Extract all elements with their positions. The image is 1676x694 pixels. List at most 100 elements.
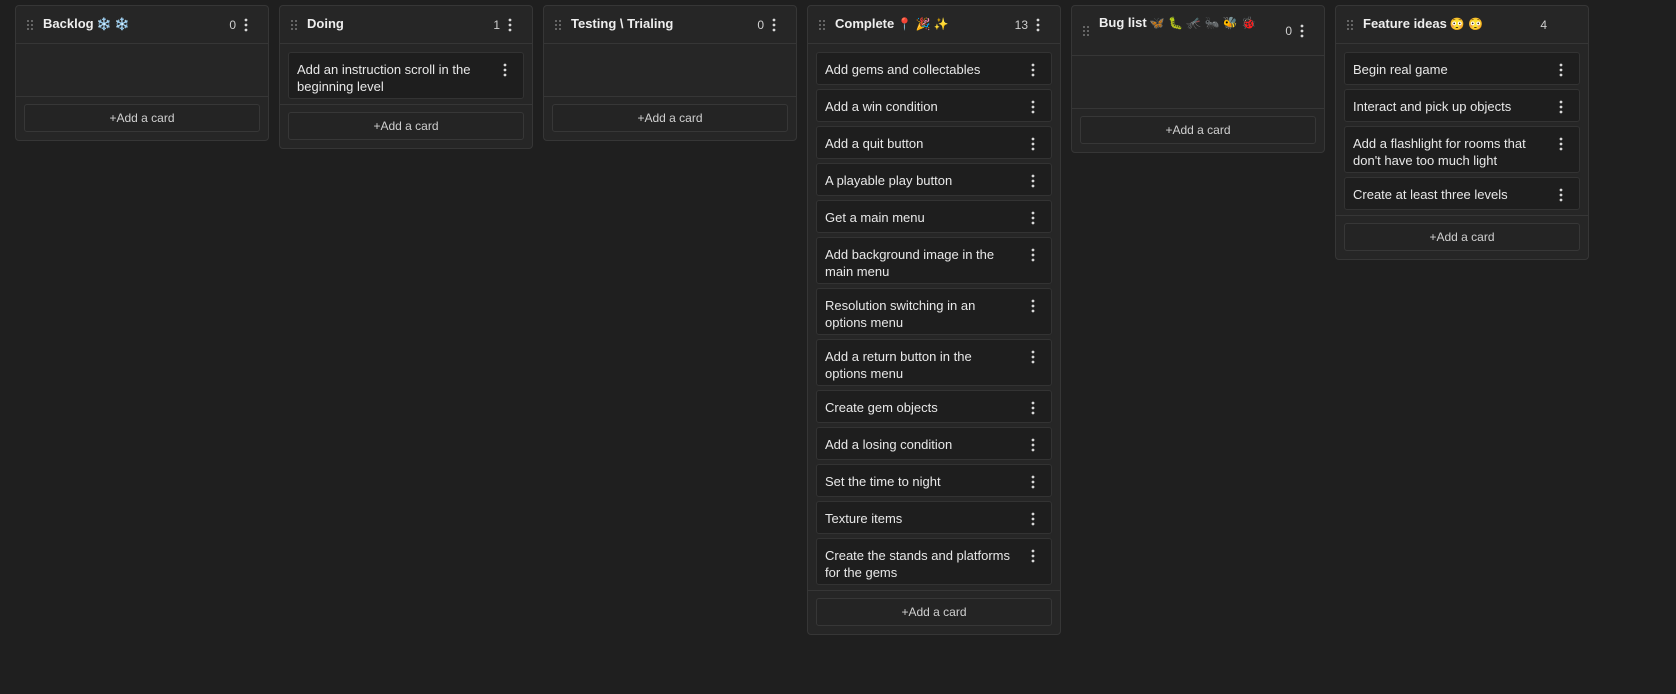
add-card-button[interactable]: +Add a card xyxy=(1080,116,1316,144)
card[interactable]: Resolution switching in an options menu xyxy=(816,288,1052,335)
more-vertical-icon[interactable] xyxy=(240,17,252,33)
more-vertical-icon[interactable] xyxy=(1027,247,1039,263)
more-vertical-icon[interactable] xyxy=(1027,62,1039,78)
kanban-board: Backlog ❄️ ❄️ 0 +Add a card Doing 1 Add a… xyxy=(0,0,1676,694)
card[interactable]: Texture items xyxy=(816,501,1052,534)
card[interactable]: Add a quit button xyxy=(816,126,1052,159)
card[interactable]: Add a win condition xyxy=(816,89,1052,122)
add-card-button[interactable]: +Add a card xyxy=(24,104,260,132)
column-complete: Complete 📍 🎉 ✨ 13 Add gems and collectabl… xyxy=(807,5,1061,635)
more-vertical-icon[interactable] xyxy=(504,17,516,33)
card-count: 0 xyxy=(757,18,764,32)
card-list: Add gems and collectables Add a win cond… xyxy=(808,44,1060,591)
card-text: Create gem objects xyxy=(825,400,938,415)
card[interactable]: Set the time to night xyxy=(816,464,1052,497)
more-vertical-icon[interactable] xyxy=(1027,437,1039,453)
column-header: Backlog ❄️ ❄️ 0 xyxy=(16,6,268,44)
card[interactable]: Interact and pick up objects xyxy=(1344,89,1580,122)
column-emoji: 😳 😳 xyxy=(1449,17,1484,31)
card-text: Add an instruction scroll in the beginni… xyxy=(297,62,471,94)
column-feature-ideas: Feature ideas 😳 😳 4 Begin real game Inter… xyxy=(1335,5,1589,260)
column-bug-list: Bug list 🦋 🐛 🦟 🐜 🐝 🐞 0 +Add a card xyxy=(1071,5,1325,153)
more-vertical-icon[interactable] xyxy=(1027,548,1039,564)
more-vertical-icon[interactable] xyxy=(499,62,511,78)
empty-card-area xyxy=(16,44,268,97)
empty-card-area xyxy=(544,44,796,97)
more-vertical-icon[interactable] xyxy=(1027,400,1039,416)
card[interactable]: Add gems and collectables xyxy=(816,52,1052,85)
card-text: Texture items xyxy=(825,511,903,526)
more-vertical-icon[interactable] xyxy=(1555,62,1567,78)
card[interactable]: Add a losing condition xyxy=(816,427,1052,460)
card[interactable]: Add a return button in the options menu xyxy=(816,339,1052,386)
more-vertical-icon[interactable] xyxy=(1027,298,1039,314)
column-emoji: 📍 🎉 ✨ xyxy=(897,17,949,31)
card[interactable]: Create gem objects xyxy=(816,390,1052,423)
card-text: Add a quit button xyxy=(825,136,924,151)
column-title-text: Doing xyxy=(307,16,344,31)
more-vertical-icon[interactable] xyxy=(1027,474,1039,490)
card-count: 4 xyxy=(1540,18,1547,32)
column-header: Bug list 🦋 🐛 🦟 🐜 🐝 🐞 0 xyxy=(1072,6,1324,56)
column-header: Complete 📍 🎉 ✨ 13 xyxy=(808,6,1060,44)
more-vertical-icon[interactable] xyxy=(1296,23,1308,39)
more-vertical-icon[interactable] xyxy=(1555,187,1567,203)
card-text: A playable play button xyxy=(825,173,953,188)
more-vertical-icon[interactable] xyxy=(1027,136,1039,152)
card[interactable]: A playable play button xyxy=(816,163,1052,196)
card-count: 1 xyxy=(493,18,500,32)
card[interactable]: Get a main menu xyxy=(816,200,1052,233)
more-vertical-icon[interactable] xyxy=(1555,99,1567,115)
column-title-text: Testing \ Trialing xyxy=(571,16,674,31)
card[interactable]: Begin real game xyxy=(1344,52,1580,85)
column-testing: Testing \ Trialing 0 +Add a card xyxy=(543,5,797,141)
column-title: Doing xyxy=(307,16,344,31)
card-list: Add an instruction scroll in the beginni… xyxy=(280,44,532,105)
column-title-text: Bug list xyxy=(1099,15,1147,30)
more-vertical-icon[interactable] xyxy=(1027,99,1039,115)
card-text: Resolution switching in an options menu xyxy=(825,298,976,330)
drag-handle-icon[interactable] xyxy=(26,19,36,31)
card-text: Add a return button in the options menu xyxy=(825,349,972,381)
column-emoji: 🦋 🐛 🦟 🐜 🐝 🐞 xyxy=(1149,16,1256,30)
more-vertical-icon[interactable] xyxy=(1027,173,1039,189)
add-card-button[interactable]: +Add a card xyxy=(1344,223,1580,251)
more-vertical-icon[interactable] xyxy=(768,17,780,33)
column-doing: Doing 1 Add an instruction scroll in the… xyxy=(279,5,533,149)
column-title: Bug list 🦋 🐛 🦟 🐜 🐝 🐞 xyxy=(1099,14,1259,32)
add-card-button[interactable]: +Add a card xyxy=(288,112,524,140)
card-text: Create the stands and platforms for the … xyxy=(825,548,1010,580)
column-title: Testing \ Trialing xyxy=(571,16,673,31)
card-count: 0 xyxy=(229,18,236,32)
card[interactable]: Add an instruction scroll in the beginni… xyxy=(288,52,524,99)
card-text: Set the time to night xyxy=(825,474,941,489)
more-vertical-icon[interactable] xyxy=(1027,511,1039,527)
more-vertical-icon[interactable] xyxy=(1032,17,1044,33)
more-vertical-icon[interactable] xyxy=(1027,349,1039,365)
column-title-text: Complete xyxy=(835,16,895,31)
column-header: Doing 1 xyxy=(280,6,532,44)
more-vertical-icon[interactable] xyxy=(1555,136,1567,152)
column-title: Backlog ❄️ ❄️ xyxy=(43,16,130,31)
card[interactable]: Add a flashlight for rooms that don't ha… xyxy=(1344,126,1580,173)
card[interactable]: Create the stands and platforms for the … xyxy=(816,538,1052,585)
add-card-button[interactable]: +Add a card xyxy=(552,104,788,132)
empty-card-area xyxy=(1072,56,1324,109)
drag-handle-icon[interactable] xyxy=(818,19,828,31)
card[interactable]: Add background image in the main menu xyxy=(816,237,1052,284)
drag-handle-icon[interactable] xyxy=(290,19,300,31)
column-emoji: ❄️ ❄️ xyxy=(96,17,130,31)
drag-handle-icon[interactable] xyxy=(1082,25,1092,37)
column-title: Complete 📍 🎉 ✨ xyxy=(835,16,949,31)
card-text: Add a win condition xyxy=(825,99,938,114)
drag-handle-icon[interactable] xyxy=(554,19,564,31)
card-count: 13 xyxy=(1014,18,1028,32)
card-text: Add background image in the main menu xyxy=(825,247,995,279)
card-count: 0 xyxy=(1285,24,1292,38)
more-vertical-icon[interactable] xyxy=(1027,210,1039,226)
card[interactable]: Create at least three levels xyxy=(1344,177,1580,210)
card-text: Add a losing condition xyxy=(825,437,953,452)
column-backlog: Backlog ❄️ ❄️ 0 +Add a card xyxy=(15,5,269,141)
drag-handle-icon[interactable] xyxy=(1346,19,1356,31)
add-card-button[interactable]: +Add a card xyxy=(816,598,1052,626)
